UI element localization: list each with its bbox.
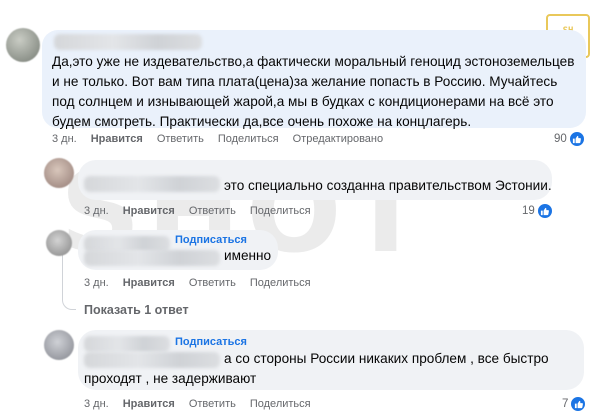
comment-text-line2: проходят , не задерживают: [84, 371, 257, 386]
reply-button[interactable]: Ответить: [157, 133, 204, 145]
thread-line: [62, 270, 76, 310]
like-button[interactable]: Нравится: [123, 205, 175, 217]
comment-actions: 3 дн. Нравится Ответить Поделиться: [84, 205, 311, 217]
share-button[interactable]: Поделиться: [250, 205, 311, 217]
reply-button[interactable]: Ответить: [189, 277, 236, 289]
avatar[interactable]: [44, 158, 74, 188]
comment-text-line1: а со стороны России никаких проблем , вс…: [224, 351, 549, 366]
avatar[interactable]: [44, 330, 74, 360]
reaction-count[interactable]: 19: [522, 203, 553, 219]
reply-button[interactable]: Ответить: [189, 398, 236, 410]
follow-button[interactable]: Подписаться: [175, 234, 247, 246]
comment-text: это специально созданна правительством Э…: [224, 178, 552, 193]
reply-button[interactable]: Ответить: [189, 205, 236, 217]
author-name-blurred[interactable]: [54, 34, 202, 50]
share-button[interactable]: Поделиться: [250, 398, 311, 410]
like-button[interactable]: Нравится: [123, 398, 175, 410]
follow-button[interactable]: Подписаться: [175, 336, 247, 348]
avatar[interactable]: [46, 230, 72, 256]
timestamp[interactable]: 3 дн.: [84, 398, 109, 410]
show-replies-link[interactable]: Показать 1 ответ: [84, 303, 189, 317]
share-button[interactable]: Поделиться: [250, 277, 311, 289]
comment-actions: 3 дн. Нравится Ответить Поделиться Отред…: [52, 133, 383, 145]
share-button[interactable]: Поделиться: [218, 133, 279, 145]
author-name-blurred[interactable]: [84, 176, 220, 192]
reaction-count[interactable]: 90: [554, 131, 585, 147]
timestamp[interactable]: 3 дн.: [84, 205, 109, 217]
comment-text: именно: [224, 248, 272, 263]
like-button[interactable]: Нравится: [123, 277, 175, 289]
author-name-blurred[interactable]: [84, 336, 170, 352]
author-name-blurred: [84, 352, 220, 368]
like-icon: [570, 396, 587, 412]
like-button[interactable]: Нравится: [91, 133, 143, 145]
reaction-count[interactable]: 7: [562, 396, 587, 412]
like-icon: [568, 131, 585, 147]
timestamp[interactable]: 3 дн.: [84, 277, 109, 289]
comment-actions: 3 дн. Нравится Ответить Поделиться: [84, 277, 311, 289]
author-name-blurred: [84, 250, 220, 266]
comment-text: Да,это уже не издевательство,а фактическ…: [52, 54, 575, 129]
avatar[interactable]: [6, 28, 40, 62]
edited-label: Отредактировано: [292, 133, 384, 145]
comment-actions: 3 дн. Нравится Ответить Поделиться: [84, 398, 311, 410]
like-icon: [536, 203, 553, 219]
timestamp[interactable]: 3 дн.: [52, 133, 77, 145]
